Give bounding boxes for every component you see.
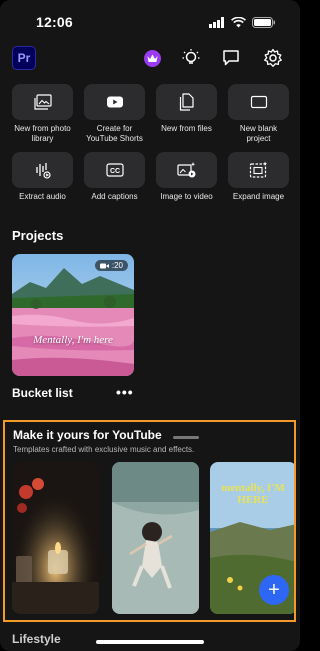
action-add-captions[interactable]: CC Add captions: [84, 152, 145, 212]
action-new-from-files[interactable]: New from files: [156, 84, 217, 144]
battery-icon: [252, 17, 275, 28]
project-thumbnail[interactable]: :20 Mentally, I'm here: [12, 254, 134, 376]
status-bar: 12:06: [0, 14, 300, 32]
expand-image-icon: [249, 161, 267, 178]
status-icons: [209, 17, 276, 28]
template-dancer-image: [112, 462, 199, 614]
action-expand-image[interactable]: Expand image: [228, 152, 289, 212]
action-label: Expand image: [232, 192, 285, 201]
svg-text:CC: CC: [109, 168, 119, 175]
premiere-logo: Pr: [12, 46, 36, 70]
wifi-icon: [231, 17, 246, 28]
action-image-to-video[interactable]: Image to video: [156, 152, 217, 212]
photo-library-icon: [33, 94, 52, 110]
create-new-button[interactable]: +: [259, 575, 289, 605]
action-extract-audio[interactable]: Extract audio: [12, 152, 73, 212]
action-tile[interactable]: [84, 84, 145, 120]
extract-audio-icon: [35, 163, 51, 179]
template-card[interactable]: [112, 462, 199, 614]
chat-icon[interactable]: [221, 48, 241, 68]
action-tile[interactable]: [156, 84, 217, 120]
carousel-indicator: [173, 436, 199, 439]
youtube-shorts-icon: [106, 96, 123, 108]
template-card[interactable]: mentally, I'M HERE +: [210, 462, 294, 614]
blank-project-icon: [250, 95, 267, 109]
action-tile[interactable]: [12, 152, 73, 188]
action-tile[interactable]: [12, 84, 73, 120]
projects-heading: Projects: [12, 228, 64, 243]
template-overlay-text: mentally, I'M HERE: [221, 482, 285, 506]
home-indicator[interactable]: [96, 640, 204, 644]
action-label: Extract audio: [19, 192, 66, 201]
quick-actions-grid: New from photo library Create for YouTub…: [12, 84, 290, 212]
lightbulb-icon[interactable]: [181, 48, 201, 68]
action-label: New from photo library: [14, 124, 71, 143]
template-card[interactable]: [12, 462, 99, 614]
app-header: Pr: [0, 44, 300, 72]
thumbnail-overlay-text: Mentally, I'm here: [33, 334, 113, 346]
youtube-templates-section: Make it yours for YouTube Templates craf…: [3, 420, 296, 622]
lifestyle-heading: Lifestyle: [12, 632, 61, 646]
gear-icon[interactable]: [263, 48, 283, 68]
action-label: New blank project: [239, 124, 278, 143]
action-tile[interactable]: CC: [84, 152, 145, 188]
promo-title: Make it yours for YouTube: [13, 428, 162, 442]
app-screen: 12:06 Pr New from photo library Create f…: [0, 0, 300, 651]
promo-subtitle: Templates crafted with exclusive music a…: [13, 445, 195, 454]
more-options-icon[interactable]: •••: [116, 384, 134, 400]
premium-crown-icon[interactable]: [144, 50, 161, 67]
captions-icon: CC: [105, 163, 124, 177]
action-label: Create for YouTube Shorts: [86, 124, 143, 143]
image-to-video-icon: [176, 162, 195, 178]
action-label: Add captions: [91, 192, 138, 201]
action-tile[interactable]: [156, 152, 217, 188]
duration-text: :20: [111, 261, 123, 270]
signal-icon: [209, 17, 224, 28]
action-create-for-youtube-shorts[interactable]: Create for YouTube Shorts: [84, 84, 145, 144]
files-icon: [179, 93, 194, 111]
action-label: Image to video: [160, 192, 213, 201]
action-new-blank-project[interactable]: New blank project: [228, 84, 289, 144]
video-camera-icon: [99, 263, 109, 268]
project-thumbnail-image: [12, 254, 134, 376]
template-candle-image: [12, 462, 99, 614]
action-new-from-photo-library[interactable]: New from photo library: [12, 84, 73, 144]
plus-icon: +: [268, 578, 280, 601]
action-tile[interactable]: [228, 152, 289, 188]
action-label: New from files: [161, 124, 212, 133]
project-name[interactable]: Bucket list: [12, 386, 73, 400]
status-time: 12:06: [36, 14, 73, 30]
action-tile[interactable]: [228, 84, 289, 120]
duration-badge: :20: [94, 260, 128, 271]
